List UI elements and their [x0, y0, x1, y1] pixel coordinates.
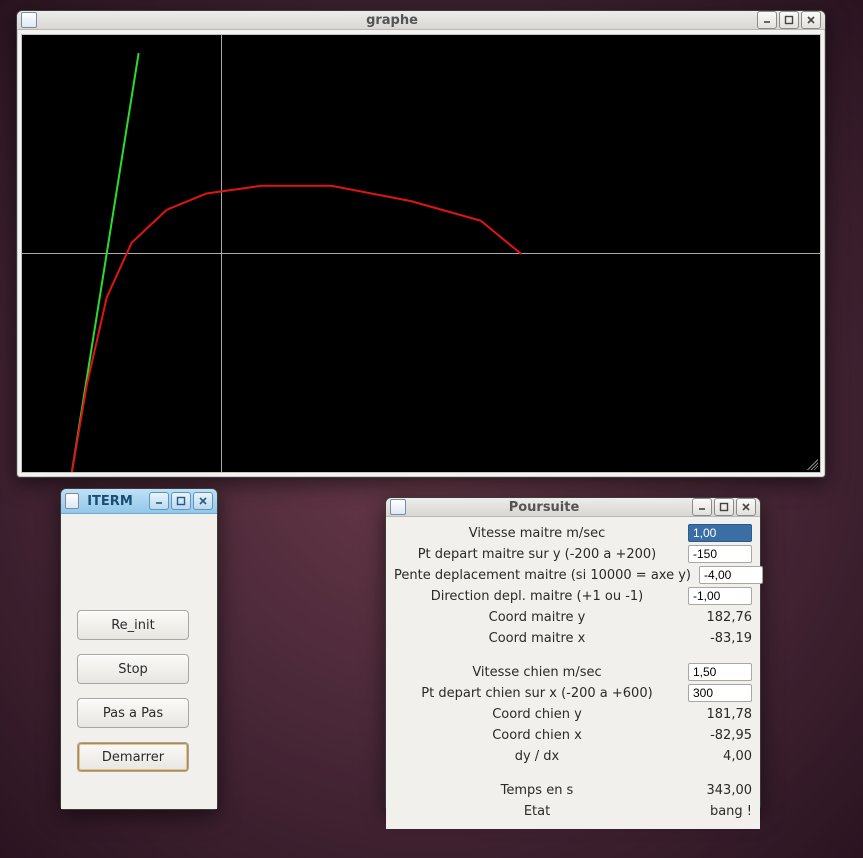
label-coord-maitre-y: Coord maitre y: [394, 610, 680, 625]
app-icon: [390, 499, 406, 515]
close-button[interactable]: [801, 11, 821, 29]
graphe-canvas: [21, 34, 821, 473]
minimize-button[interactable]: [149, 492, 169, 510]
iterm-body: Re_init Stop Pas a Pas Demarrer: [61, 514, 217, 809]
label-coord-chien-x: Coord chien x: [394, 728, 680, 743]
plot-svg: [22, 35, 820, 472]
label-dydx: dy / dx: [394, 749, 680, 764]
input-direction[interactable]: [688, 587, 752, 605]
window-title: graphe: [43, 13, 751, 28]
window-iterm: ITERM Re_init Stop Pas a Pas Demarrer: [60, 488, 218, 810]
label-pente: Pente deplacement maitre (si 10000 = axe…: [394, 568, 691, 583]
input-pt-depart-chien-x[interactable]: [688, 684, 752, 702]
maximize-button[interactable]: [714, 498, 734, 516]
value-etat: bang !: [688, 804, 752, 819]
label-pt-depart-maitre-y: Pt depart maitre sur y (-200 a +200): [394, 547, 680, 562]
label-vitesse-chien: Vitesse chien m/sec: [394, 665, 680, 680]
label-temps: Temps en s: [394, 783, 680, 798]
close-button[interactable]: [736, 498, 756, 516]
app-icon: [21, 12, 37, 28]
input-pt-depart-maitre-y[interactable]: [688, 545, 752, 563]
label-direction: Direction depl. maitre (+1 ou -1): [394, 589, 680, 604]
value-dydx: 4,00: [688, 749, 752, 764]
stop-button[interactable]: Stop: [77, 654, 189, 684]
value-coord-chien-x: -82,95: [688, 728, 752, 743]
value-coord-chien-y: 181,78: [688, 707, 752, 722]
maximize-button[interactable]: [779, 11, 799, 29]
value-coord-maitre-x: -83,19: [688, 631, 752, 646]
label-coord-chien-y: Coord chien y: [394, 707, 680, 722]
label-etat: Etat: [394, 804, 680, 819]
label-vitesse-maitre: Vitesse maitre m/sec: [394, 526, 680, 541]
label-pt-depart-chien-x: Pt depart chien sur x (-200 a +600): [394, 686, 680, 701]
input-vitesse-chien[interactable]: [688, 663, 752, 681]
value-coord-maitre-y: 182,76: [688, 610, 752, 625]
minimize-button[interactable]: [692, 498, 712, 516]
titlebar-graphe[interactable]: graphe: [17, 11, 825, 30]
demarrer-button[interactable]: Demarrer: [77, 742, 189, 772]
resize-grip[interactable]: [804, 456, 818, 470]
input-pente[interactable]: [699, 566, 763, 584]
titlebar-iterm[interactable]: ITERM: [61, 489, 217, 514]
input-vitesse-maitre[interactable]: [688, 524, 752, 542]
minimize-button[interactable]: [757, 11, 777, 29]
pas-a-pas-button[interactable]: Pas a Pas: [77, 698, 189, 728]
window-title: ITERM: [85, 494, 137, 509]
label-coord-maitre-x: Coord maitre x: [394, 631, 680, 646]
app-icon: [65, 493, 79, 509]
close-button[interactable]: [193, 492, 213, 510]
window-graphe: graphe: [16, 10, 826, 478]
value-temps: 343,00: [688, 783, 752, 798]
reinit-button[interactable]: Re_init: [77, 610, 189, 640]
window-poursuite: Poursuite Vitesse maitre m/sec Pt depart…: [385, 497, 761, 810]
maximize-button[interactable]: [171, 492, 191, 510]
poursuite-body: Vitesse maitre m/sec Pt depart maitre su…: [386, 517, 760, 829]
window-title: Poursuite: [412, 500, 686, 515]
titlebar-poursuite[interactable]: Poursuite: [386, 498, 760, 517]
